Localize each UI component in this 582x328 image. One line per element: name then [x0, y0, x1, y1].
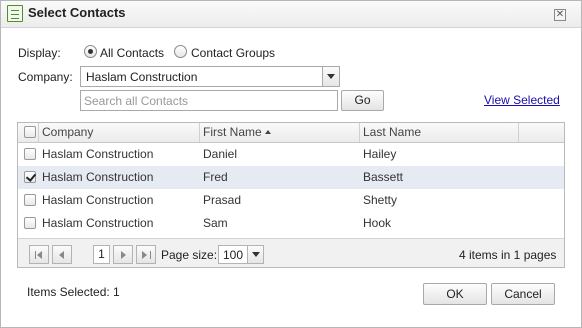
first-page-icon[interactable]	[29, 245, 49, 264]
select-contacts-dialog: Select Contacts ✕ Display: All Contacts …	[0, 0, 582, 328]
search-input[interactable]	[80, 90, 338, 111]
table-row[interactable]: Haslam Construction Fred Bassett	[18, 166, 564, 189]
row-checkbox[interactable]	[24, 148, 36, 160]
row-checkbox[interactable]	[24, 171, 36, 183]
table-row[interactable]: Haslam Construction Sam Hook	[18, 212, 564, 235]
grid-pager: 1 Page size: 100 4 items in 1 pages	[18, 238, 564, 267]
column-header-last-name[interactable]: Last Name	[360, 123, 519, 142]
grid-header: Company First Name Last Name	[18, 123, 564, 143]
items-selected-count: Items Selected: 1	[27, 285, 120, 299]
cell-company: Haslam Construction	[42, 170, 154, 184]
view-selected-link[interactable]: View Selected	[484, 93, 560, 107]
page-size-label: Page size:	[161, 248, 218, 262]
cell-last-name: Hook	[363, 216, 392, 230]
pager-summary: 4 items in 1 pages	[459, 248, 557, 262]
contacts-grid: Company First Name Last Name Haslam Cons…	[17, 122, 565, 268]
next-page-icon[interactable]	[113, 245, 133, 264]
cell-first-name: Fred	[203, 170, 228, 184]
contact-list-icon	[7, 5, 23, 22]
cancel-button[interactable]: Cancel	[491, 283, 555, 305]
company-select[interactable]: Haslam Construction	[80, 66, 340, 87]
cell-company: Haslam Construction	[42, 147, 154, 161]
go-button[interactable]: Go	[341, 90, 384, 111]
ok-button[interactable]: OK	[423, 283, 487, 305]
row-checkbox[interactable]	[24, 194, 36, 206]
display-label: Display:	[18, 46, 61, 60]
all-contacts-radio[interactable]	[84, 45, 97, 58]
cell-last-name: Hailey	[363, 147, 397, 161]
page-size-value: 100	[223, 248, 244, 262]
cell-company: Haslam Construction	[42, 193, 154, 207]
last-page-icon[interactable]	[136, 245, 156, 264]
cell-last-name: Bassett	[363, 170, 404, 184]
previous-page-icon[interactable]	[52, 245, 72, 264]
select-all-header	[18, 123, 39, 142]
table-row[interactable]: Haslam Construction Daniel Hailey	[18, 143, 564, 166]
title-bar: Select Contacts ✕	[1, 1, 581, 28]
cell-first-name: Sam	[203, 216, 228, 230]
cell-first-name: Prasad	[203, 193, 242, 207]
contact-groups-radio[interactable]	[174, 45, 187, 58]
close-icon[interactable]: ✕	[554, 9, 566, 21]
cell-last-name: Shetty	[363, 193, 398, 207]
sort-ascending-icon	[264, 130, 271, 134]
cell-company: Haslam Construction	[42, 216, 154, 230]
page-size-select[interactable]: 100	[218, 245, 264, 264]
contact-groups-label[interactable]: Contact Groups	[191, 46, 275, 60]
row-checkbox[interactable]	[24, 217, 36, 229]
all-contacts-label[interactable]: All Contacts	[100, 46, 164, 60]
column-header-first-name[interactable]: First Name	[200, 123, 360, 142]
select-all-checkbox[interactable]	[24, 126, 36, 138]
chevron-down-icon[interactable]	[247, 246, 263, 263]
column-header-first-name-label: First Name	[203, 125, 262, 139]
column-header-spacer	[519, 123, 564, 142]
dialog-title: Select Contacts	[28, 5, 126, 20]
company-select-value: Haslam Construction	[86, 70, 198, 84]
company-label: Company:	[18, 70, 73, 84]
column-header-company[interactable]: Company	[39, 123, 200, 142]
cell-first-name: Daniel	[203, 147, 238, 161]
chevron-down-icon[interactable]	[322, 67, 339, 86]
current-page-input[interactable]: 1	[93, 245, 110, 264]
table-row[interactable]: Haslam Construction Prasad Shetty	[18, 189, 564, 212]
